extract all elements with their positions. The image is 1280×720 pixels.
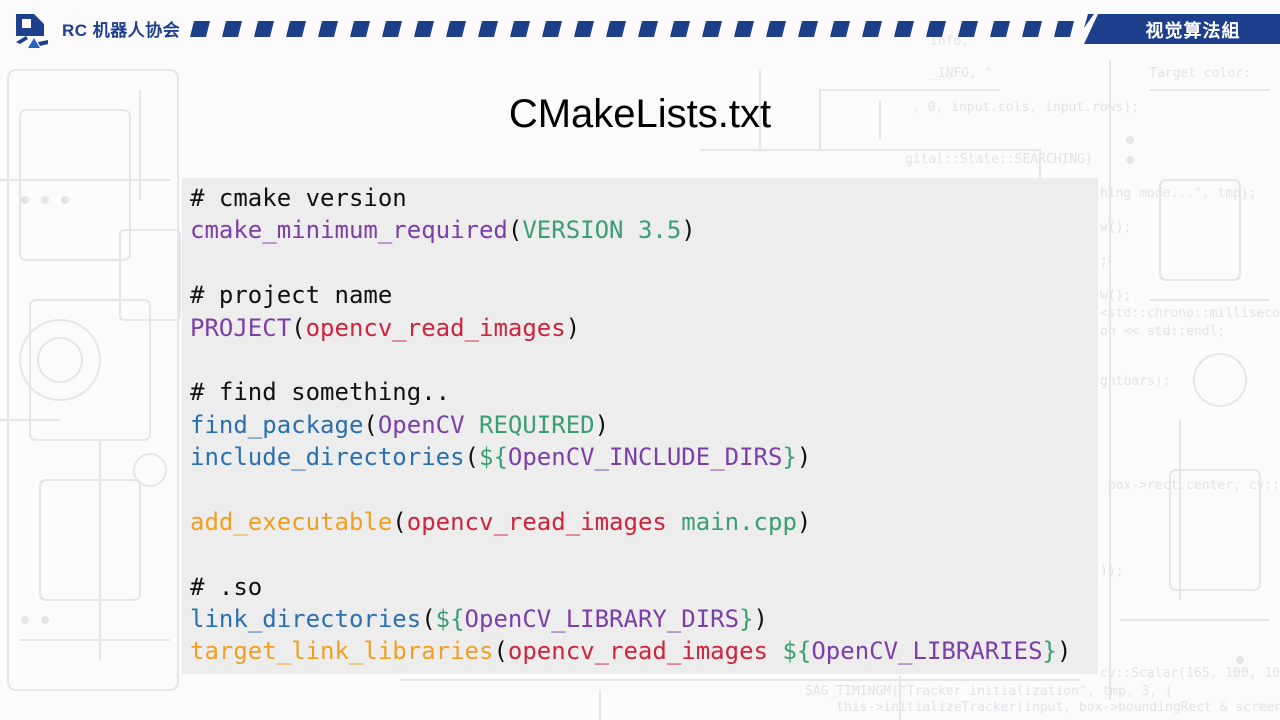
code-token: opencv_read_images [507,637,768,666]
code-token: target_link_libraries [190,637,494,666]
code-token: ( [392,507,407,536]
code-token: ( [363,410,378,439]
slide-header: RC 机器人协会 视觉算法組 [0,0,1280,60]
background-code-line: gital::State::SEARCHING) [905,152,1093,167]
code-line: target_link_libraries(opencv_read_images… [190,635,1071,667]
code-token: ) [1056,637,1072,666]
code-token: opencv_read_images [406,507,667,536]
code-block: # cmake version cmake_minimum_required(VE… [182,178,1098,674]
code-line: cmake_minimum_required(VERSION 3.5) [190,214,1071,246]
code-token: ( [464,443,479,472]
background-code-line: w(); [1100,288,1132,303]
organization-name: RC 机器人协会 [62,21,181,40]
code-line: include_directories(${OpenCV_INCLUDE_DIR… [190,441,1071,473]
code-token: ( [291,313,306,342]
code-token: link_directories [190,605,422,634]
code-token: ) [594,410,610,439]
code-token: } [1042,637,1057,666]
code-line: add_executable(opencv_read_images main.c… [190,506,1071,538]
rc-association-logo-icon [16,14,48,48]
group-label: 视觉算法組 [1145,21,1241,42]
code-token: # .so [190,572,263,601]
code-token: VERSION 3.5 [522,216,682,245]
code-token: OpenCV_LIBRARY_DIRS [464,605,740,634]
background-code-line: hing mode...", tmp); [1100,186,1257,201]
code-token: find_package [190,410,364,439]
background-code-line: this->initializeTracker(input, box->boun… [805,700,1280,715]
code-token: add_executable [190,507,393,536]
code-lines: # cmake version cmake_minimum_required(VE… [190,182,1071,668]
code-token: ) [796,443,812,472]
diagonal-stripe-decoration [190,21,1074,37]
code-token: ${ [782,637,812,666]
background-code-line: ghtbars); [1100,374,1171,389]
code-token: opencv_read_images [305,313,566,342]
background-code-line: SAG_TIMINGM("Tracker initialization", tm… [805,684,1173,699]
code-line: find_package(OpenCV REQUIRED) [190,409,1071,441]
code-line: # find something.. [190,376,1071,408]
code-token: } [739,605,754,634]
code-token: # project name [190,281,393,310]
code-token: ( [507,216,523,245]
code-token: ) [565,313,581,342]
background-code-line: w(); [1100,220,1132,235]
code-token: ) [753,605,768,634]
code-token: OpenCV_LIBRARIES [811,637,1043,666]
background-code-line: _INFO, " Target color: [930,66,1251,81]
code-token: # find something.. [190,378,451,407]
code-line: link_directories(${OpenCV_LIBRARY_DIRS}) [190,603,1071,635]
code-token: ${ [479,443,508,472]
code-token: include_directories [190,443,465,472]
slide-title: CMakeLists.txt [508,92,772,136]
background-code-line: ; [1100,254,1108,269]
background-code-line: box->rect.center, cv:: [1100,478,1280,493]
background-code-line: )); [1100,564,1124,579]
background-code-line: on << std::endl; [1100,324,1226,339]
code-token: ) [681,216,696,245]
code-token: cmake_minimum_required [190,216,508,245]
code-token: OpenCV [377,410,465,439]
code-line: # project name [190,279,1071,311]
code-token: OpenCV_INCLUDE_DIRS [507,443,783,472]
code-token: } [782,443,797,472]
code-token: ${ [435,605,465,634]
code-token: ) [796,507,812,536]
background-code-line: <std::chrono::millisecon [1100,306,1280,321]
code-token: PROJECT [190,313,292,342]
code-line: # cmake version [190,182,1071,214]
code-token: # cmake version [190,184,407,212]
code-token: ( [421,605,436,634]
code-line: PROJECT(opencv_read_images) [190,312,1071,344]
code-token: ( [493,637,508,666]
code-token: main.cpp [681,507,797,536]
background-code-line: cv::Scalar(165, 100, 10 [1100,666,1280,681]
code-token: REQUIRED [479,410,595,439]
code-line: # .so [190,571,1071,603]
